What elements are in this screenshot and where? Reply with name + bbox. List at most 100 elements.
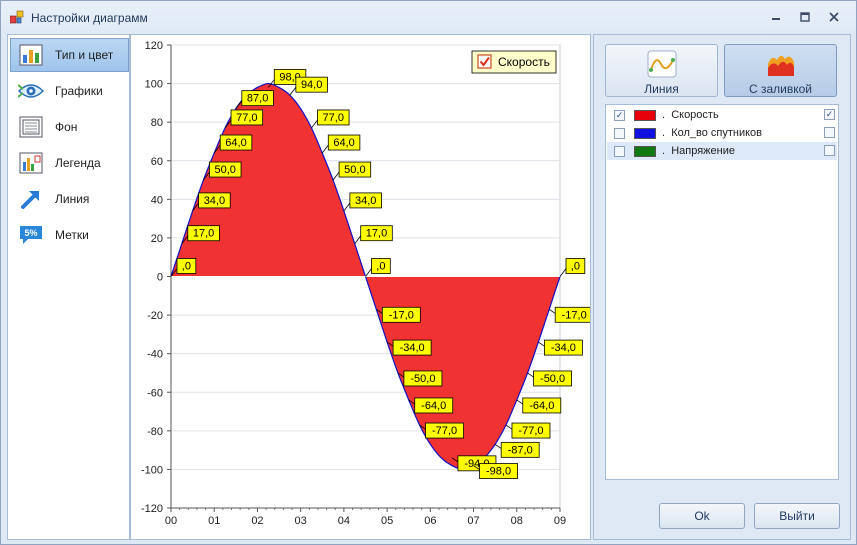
data-label: -50,0 (410, 373, 435, 385)
legend-icon (17, 151, 45, 175)
series-color-swatch[interactable] (634, 145, 656, 157)
data-label: -34,0 (400, 342, 425, 354)
series-name: . Скорость (662, 109, 719, 121)
data-label: 34,0 (204, 195, 225, 207)
maximize-button[interactable] (794, 8, 816, 26)
area-chart: 120 100 80 60 40 20 0 -20 -40 -60 -80 -100 -12000 01 0… (141, 40, 590, 527)
series-visible-checkbox[interactable]: ✓ (614, 109, 625, 121)
nav-item-background[interactable]: Фон (10, 110, 129, 144)
data-label: 50,0 (344, 164, 365, 176)
nav-item-line[interactable]: Линия (10, 182, 129, 216)
chart-panel: 120 100 80 60 40 20 0 -20 -40 -60 -80 -100 -120 00 01 0… (130, 34, 591, 540)
minimize-icon (772, 18, 780, 20)
legend-label: Скорость (498, 55, 550, 69)
nav-item-legend[interactable]: Легенда (10, 146, 129, 180)
nav-label: Линия (55, 192, 90, 206)
close-icon (829, 12, 839, 22)
series-row[interactable]: ✓ . Скорость ✓ (607, 106, 837, 124)
series-settings-panel: Линия С заливкой ✓ . Скорость ✓ . Кол_во… (593, 34, 851, 540)
data-label: -34,0 (551, 342, 576, 354)
y-tick-label: 60 (151, 156, 163, 168)
nav-label: Тип и цвет (55, 48, 114, 62)
bar-chart-icon (17, 43, 45, 67)
area-chart-icon (767, 55, 794, 76)
legend-checkbox (477, 54, 492, 69)
data-label: -17,0 (562, 309, 587, 321)
y-tick-label: -100 (141, 464, 163, 476)
y-tick-label: -60 (147, 387, 163, 399)
data-label: -87,0 (508, 444, 533, 456)
data-label: ,0 (376, 261, 385, 273)
data-label: 77,0 (236, 112, 257, 124)
series-visible-checkbox[interactable] (614, 145, 625, 157)
x-tick-label: 09 (554, 515, 566, 527)
settings-window: Настройки диаграмм Тип и цвет Графики Фо… (0, 0, 857, 545)
mode-line-button[interactable]: Линия (605, 44, 718, 97)
y-tick-label: 120 (145, 40, 163, 52)
series-color-swatch[interactable] (634, 109, 656, 121)
background-icon (17, 115, 45, 139)
data-label: 87,0 (247, 93, 268, 105)
y-tick-label: 0 (157, 272, 163, 284)
series-name: . Напряжение (662, 145, 735, 157)
nav-item-type-color[interactable]: Тип и цвет (10, 38, 129, 72)
y-tick-label: -20 (147, 310, 163, 322)
mode-filled-button[interactable]: С заливкой (724, 44, 837, 97)
data-label: -64,0 (421, 400, 446, 412)
x-tick-label: 06 (424, 515, 436, 527)
data-label: -77,0 (432, 425, 457, 437)
x-tick-label: 07 (467, 515, 479, 527)
nav-item-graphs[interactable]: Графики (10, 74, 129, 108)
x-tick-label: 03 (295, 515, 307, 527)
mode-filled-label: С заливкой (748, 82, 813, 96)
series-row[interactable]: . Напряжение (607, 142, 837, 160)
series-extra-checkbox[interactable] (824, 127, 835, 138)
mode-line-label: Линия (644, 82, 679, 96)
x-tick-label: 01 (208, 515, 220, 527)
data-label: 34,0 (355, 195, 376, 207)
title-bar: Настройки диаграмм (1, 1, 856, 34)
nav-label: Фон (55, 120, 78, 134)
data-label: -98,0 (486, 466, 511, 478)
nav-label: Метки (55, 228, 89, 242)
window-title: Настройки диаграмм (31, 11, 148, 25)
data-label: -77,0 (518, 425, 543, 437)
svg-text:5%: 5% (24, 228, 37, 238)
series-extra-checkbox[interactable] (824, 145, 835, 156)
arrow-up-right-icon (17, 187, 45, 211)
y-tick-label: -40 (147, 349, 163, 361)
series-color-swatch[interactable] (634, 127, 656, 139)
y-tick-label: 80 (151, 117, 163, 129)
y-tick-label: 20 (151, 233, 163, 245)
exit-button[interactable]: Выйти (754, 503, 840, 529)
y-tick-label: 40 (151, 194, 163, 206)
series-extra-checkbox[interactable]: ✓ (824, 109, 835, 120)
series-row[interactable]: . Кол_во спутников (607, 124, 837, 142)
minimize-button[interactable] (765, 8, 787, 26)
x-tick-label: 00 (165, 515, 177, 527)
nav-label: Легенда (55, 156, 101, 170)
data-label: ,0 (182, 261, 191, 273)
data-label: 17,0 (193, 228, 214, 240)
data-label: 94,0 (301, 79, 322, 91)
data-label: -17,0 (389, 309, 414, 321)
y-tick-label: -80 (147, 426, 163, 438)
percent-tag-icon: 5% (17, 223, 45, 247)
data-label: 77,0 (323, 112, 344, 124)
x-tick-label: 02 (251, 515, 263, 527)
data-label: ,0 (571, 261, 580, 273)
series-list: ✓ . Скорость ✓ . Кол_во спутников . Напр… (605, 104, 839, 480)
y-tick-label: -120 (141, 503, 163, 515)
data-label: 64,0 (333, 137, 354, 149)
close-button[interactable] (823, 8, 845, 26)
maximize-icon (800, 12, 810, 22)
x-tick-label: 05 (381, 515, 393, 527)
x-tick-label: 04 (338, 515, 350, 527)
nav-label: Графики (55, 84, 103, 98)
data-label: -64,0 (529, 400, 554, 412)
settings-nav: Тип и цвет Графики Фон Легенда Линия 5% … (7, 34, 130, 540)
ok-button[interactable]: Ok (659, 503, 745, 529)
series-visible-checkbox[interactable] (614, 127, 625, 139)
data-label: 64,0 (225, 137, 246, 149)
nav-item-labels[interactable]: 5% Метки (10, 218, 129, 252)
